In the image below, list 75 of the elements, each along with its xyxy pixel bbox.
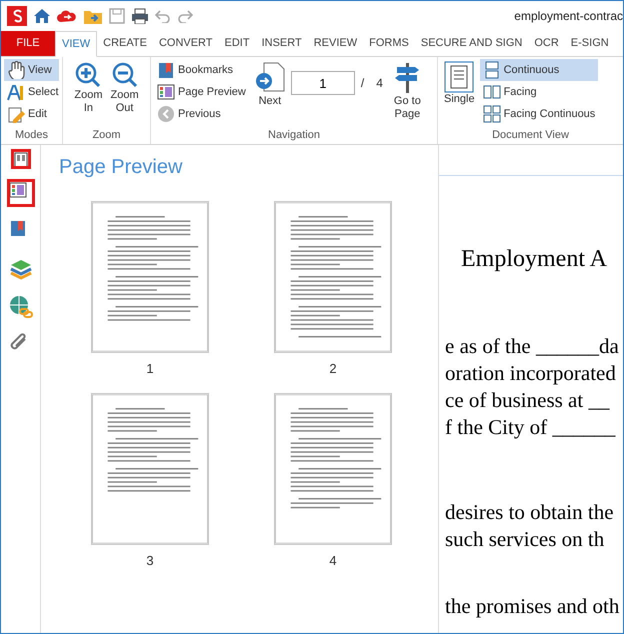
group-label: Document View	[491, 128, 570, 143]
layers-icon	[8, 257, 32, 281]
page-separator: /	[360, 75, 364, 92]
page-preview-icon	[157, 83, 175, 101]
home-icon[interactable]	[33, 7, 51, 25]
zoom-button[interactable]: Zoom Out	[108, 59, 142, 127]
panel-title: Page Preview	[59, 155, 184, 179]
view-option[interactable]: Facing	[480, 81, 598, 103]
document-heading: Employment A	[461, 246, 608, 273]
previous-icon	[157, 105, 175, 123]
ribbon-tab[interactable]: FORMS	[363, 31, 415, 56]
document-text: oration incorporated	[445, 360, 617, 387]
panel-icon	[12, 151, 28, 167]
ribbon-tab[interactable]: SECURE AND SIGN	[414, 31, 528, 56]
group-label: Navigation	[267, 128, 321, 143]
nav-button[interactable]: Previous	[154, 103, 249, 125]
document-text: f the City of ______	[445, 414, 616, 441]
single-page-button[interactable]: Single	[441, 59, 478, 127]
document-text: such services on th	[445, 526, 606, 553]
print-icon[interactable]	[131, 8, 149, 24]
document-text: e as of the ______da	[445, 333, 620, 360]
ribbon-tab[interactable]: CREATE	[97, 31, 153, 56]
file-menu-tab[interactable]: FILE	[1, 31, 55, 56]
ribbon-tab[interactable]: REVIEW	[308, 31, 364, 56]
page-count: 4	[375, 75, 383, 92]
nav-button[interactable]: Page Preview	[154, 81, 249, 103]
document-text: desires to obtain the	[445, 499, 615, 526]
group-label: Modes	[14, 128, 50, 143]
page-number: 2	[328, 360, 338, 378]
bookmark-icon	[157, 61, 175, 79]
ribbon-tab[interactable]: E-SIGN	[564, 31, 615, 56]
view-option[interactable]: Continuous	[480, 59, 598, 81]
facing-continuous-icon	[482, 105, 501, 123]
page-number: 4	[328, 552, 338, 570]
app-logo-icon	[7, 6, 27, 26]
page-number: 1	[145, 360, 155, 378]
undo-icon[interactable]	[155, 9, 171, 23]
globe-link-icon	[8, 295, 32, 319]
text-cursor-icon	[7, 83, 25, 101]
continuous-pages-icon	[482, 61, 501, 79]
redo-icon[interactable]	[177, 9, 193, 23]
pencil-icon	[7, 105, 25, 123]
document-text: ce of business at __	[445, 387, 611, 414]
zoom-in-icon	[74, 61, 102, 89]
zoom-out-icon	[110, 61, 139, 89]
group-label: Zoom	[91, 128, 122, 143]
document-text: the promises and oth	[445, 593, 620, 620]
facing-pages-icon	[482, 83, 501, 101]
page-thumbnail[interactable]	[274, 392, 392, 544]
save-icon[interactable]	[109, 8, 125, 24]
ribbon-tab[interactable]: VIEW	[55, 31, 98, 57]
single-page-icon	[444, 61, 474, 93]
nav-button[interactable]: Bookmarks	[154, 59, 249, 81]
mode-button[interactable]: Edit	[4, 103, 59, 125]
ribbon-tab[interactable]: CONVERT	[152, 31, 219, 56]
mode-button[interactable]: Select	[4, 81, 59, 103]
hand-icon	[7, 61, 25, 79]
mode-button[interactable]: View	[4, 59, 59, 81]
zoom-button[interactable]: Zoom In	[71, 59, 106, 127]
page-thumbnail[interactable]	[91, 201, 209, 353]
page-thumbnail[interactable]	[274, 201, 392, 353]
side-tab[interactable]	[6, 179, 34, 207]
side-tab[interactable]	[10, 149, 30, 169]
view-option[interactable]: Facing Continuous	[480, 103, 598, 125]
cloud-icon[interactable]	[57, 8, 77, 24]
go-to-page-button[interactable]: Go to Page	[390, 59, 424, 127]
ribbon-tab[interactable]: EDIT	[218, 31, 256, 56]
next-button[interactable]: Next	[250, 59, 289, 127]
page-number-field[interactable]: 1	[290, 71, 355, 95]
window-title: employment-contrac	[514, 8, 623, 25]
signpost-icon	[394, 61, 420, 95]
page-thumbnail[interactable]	[91, 392, 209, 544]
ribbon-tab[interactable]: INSERT	[256, 31, 308, 56]
page-number: 3	[145, 552, 155, 570]
ribbon-tab[interactable]: OCR	[528, 31, 565, 56]
